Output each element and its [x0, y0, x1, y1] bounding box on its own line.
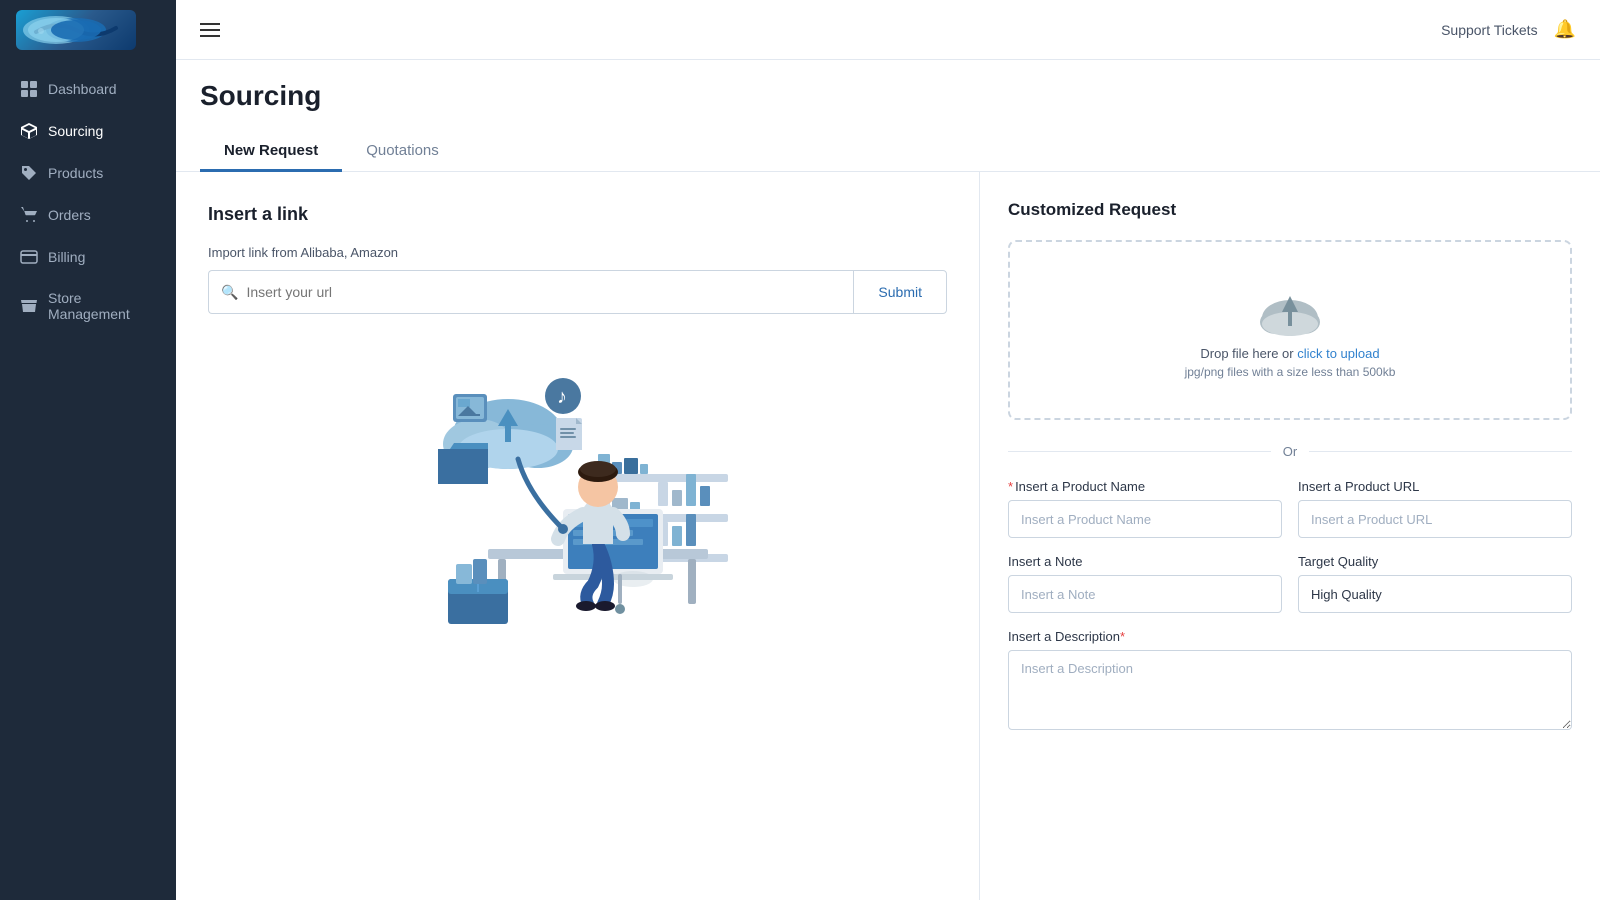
- upload-text: Drop file here or click to upload: [1200, 346, 1379, 361]
- left-panel: Insert a link Import link from Alibaba, …: [176, 172, 980, 900]
- description-label: Insert a Description*: [1008, 629, 1572, 644]
- sidebar: Dashboard Sourcing Products Orders: [0, 0, 176, 900]
- note-quality-row: Insert a Note Target Quality High Qualit…: [1008, 554, 1572, 613]
- insert-link-title: Insert a link: [208, 204, 947, 225]
- sourcing-illustration: ♪: [408, 354, 748, 634]
- product-url-label: Insert a Product URL: [1298, 479, 1572, 494]
- sidebar-item-store-management[interactable]: Store Management: [0, 278, 176, 334]
- note-label: Insert a Note: [1008, 554, 1282, 569]
- box-icon: [20, 122, 38, 140]
- store-icon: [20, 297, 38, 315]
- sidebar-item-label: Store Management: [48, 290, 156, 322]
- product-name-field: *Insert a Product Name: [1008, 479, 1282, 538]
- sidebar-item-products[interactable]: Products: [0, 152, 176, 194]
- sidebar-nav: Dashboard Sourcing Products Orders: [0, 60, 176, 900]
- product-url-field: Insert a Product URL: [1298, 479, 1572, 538]
- url-input[interactable]: [246, 284, 841, 300]
- billing-icon: [20, 248, 38, 266]
- sidebar-item-orders[interactable]: Orders: [0, 194, 176, 236]
- sidebar-item-label: Dashboard: [48, 81, 117, 97]
- logo: [0, 0, 176, 60]
- brand-logo: [16, 10, 136, 50]
- or-text: Or: [1283, 444, 1297, 459]
- click-to-upload-link[interactable]: click to upload: [1297, 346, 1379, 361]
- content-area: Insert a link Import link from Alibaba, …: [176, 172, 1600, 900]
- right-panel: Customized Request Drop file here or cli…: [980, 172, 1600, 900]
- sidebar-item-dashboard[interactable]: Dashboard: [0, 68, 176, 110]
- quality-field: Target Quality High Quality Medium Quali…: [1298, 554, 1572, 613]
- page-title: Sourcing: [200, 80, 1576, 112]
- search-icon: 🔍: [221, 284, 238, 301]
- quality-label: Target Quality: [1298, 554, 1572, 569]
- support-tickets-link[interactable]: Support Tickets: [1441, 22, 1538, 38]
- tag-icon: [20, 164, 38, 182]
- topbar-left: [200, 23, 220, 37]
- topbar: Support Tickets 🔔: [176, 0, 1600, 60]
- product-name-url-row: *Insert a Product Name Insert a Product …: [1008, 479, 1572, 538]
- quality-select[interactable]: High Quality Medium Quality Low Quality: [1298, 575, 1572, 613]
- product-name-input[interactable]: [1008, 500, 1282, 538]
- hamburger-line: [200, 35, 220, 37]
- note-field: Insert a Note: [1008, 554, 1282, 613]
- hamburger-line: [200, 23, 220, 25]
- sidebar-item-label: Sourcing: [48, 123, 103, 139]
- sidebar-item-sourcing[interactable]: Sourcing: [0, 110, 176, 152]
- url-input-row: 🔍 Submit: [208, 270, 947, 314]
- svg-text:♪: ♪: [557, 386, 567, 408]
- or-line-left: [1008, 451, 1271, 452]
- hamburger-menu[interactable]: [200, 23, 220, 37]
- main-content: Support Tickets 🔔 Sourcing New Request Q…: [176, 0, 1600, 900]
- sidebar-item-billing[interactable]: Billing: [0, 236, 176, 278]
- description-field: Insert a Description*: [1008, 629, 1572, 735]
- product-url-input[interactable]: [1298, 500, 1572, 538]
- notification-bell-icon[interactable]: 🔔: [1554, 19, 1576, 40]
- cloud-upload-icon: [1258, 282, 1322, 346]
- submit-button[interactable]: Submit: [853, 270, 947, 314]
- import-label: Import link from Alibaba, Amazon: [208, 245, 947, 260]
- hamburger-line: [200, 29, 220, 31]
- upload-subtext: jpg/png files with a size less than 500k…: [1185, 365, 1396, 379]
- sidebar-item-label: Billing: [48, 249, 85, 265]
- description-textarea[interactable]: [1008, 650, 1572, 730]
- sidebar-item-label: Products: [48, 165, 103, 181]
- sidebar-item-label: Orders: [48, 207, 91, 223]
- tabs: New Request Quotations: [200, 132, 1576, 171]
- illustration: ♪: [208, 354, 947, 634]
- cart-icon: [20, 206, 38, 224]
- tab-new-request[interactable]: New Request: [200, 132, 342, 172]
- tab-quotations[interactable]: Quotations: [342, 132, 463, 172]
- customized-request-title: Customized Request: [1008, 200, 1572, 220]
- grid-icon: [20, 80, 38, 98]
- page-header: Sourcing New Request Quotations: [176, 60, 1600, 172]
- url-input-wrapper: 🔍: [208, 270, 853, 314]
- note-input[interactable]: [1008, 575, 1282, 613]
- topbar-right: Support Tickets 🔔: [1441, 19, 1576, 40]
- or-divider: Or: [1008, 444, 1572, 459]
- or-line-right: [1309, 451, 1572, 452]
- upload-area[interactable]: Drop file here or click to upload jpg/pn…: [1008, 240, 1572, 420]
- product-name-label: *Insert a Product Name: [1008, 479, 1282, 494]
